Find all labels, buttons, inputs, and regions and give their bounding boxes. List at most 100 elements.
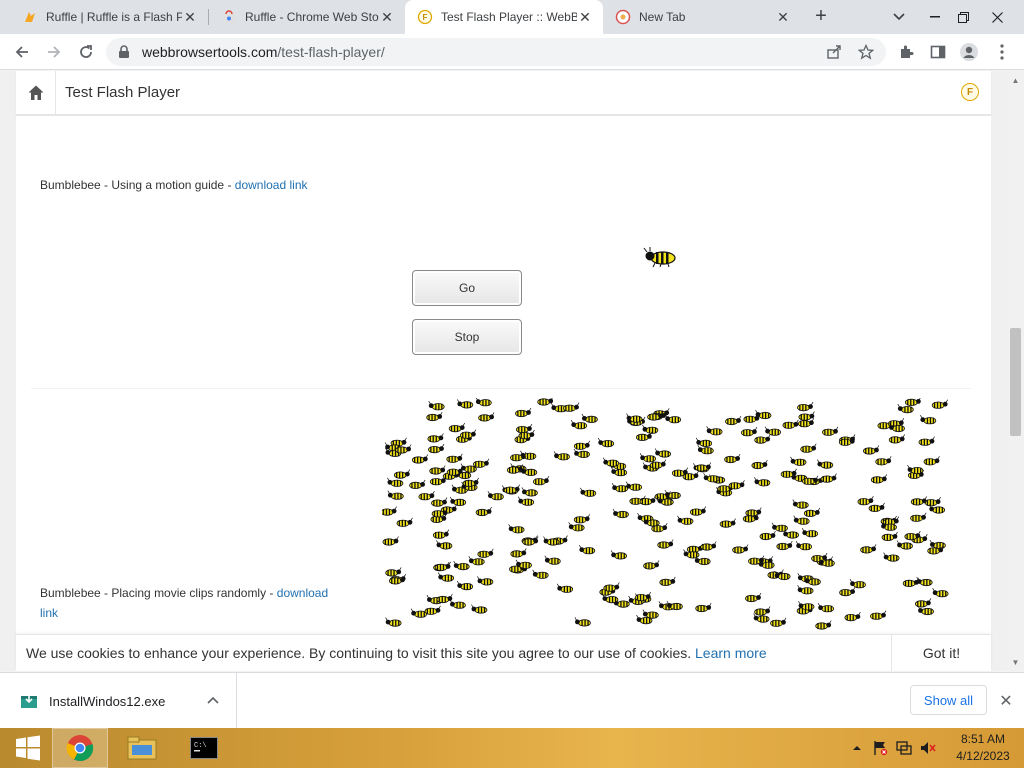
bee-icon xyxy=(919,415,937,425)
network-icon[interactable] xyxy=(896,740,914,756)
bee-icon xyxy=(411,454,429,464)
chevron-up-icon[interactable] xyxy=(205,692,221,708)
windows-start-icon[interactable] xyxy=(0,728,56,768)
bee-icon xyxy=(703,473,720,483)
lock-icon[interactable] xyxy=(118,45,134,59)
tab-test-flash-player[interactable]: F Test Flash Player :: WebB ✕ xyxy=(405,0,603,34)
system-tray xyxy=(850,728,938,768)
site-header: Test Flash Player F xyxy=(16,71,991,115)
back-arrow-icon[interactable] xyxy=(8,38,36,66)
bee-icon xyxy=(393,469,411,479)
bee-icon xyxy=(888,434,906,444)
bee-icon xyxy=(385,617,402,627)
bee-icon xyxy=(573,514,591,524)
download-link-part[interactable]: download xyxy=(277,586,328,600)
file-explorer-icon[interactable] xyxy=(114,728,170,768)
random-bees-flash-movie[interactable] xyxy=(382,398,956,638)
taskbar-clock[interactable]: 8:51 AM 4/12/2023 xyxy=(948,731,1018,765)
close-icon[interactable]: ✕ xyxy=(775,9,791,25)
bee-icon xyxy=(795,541,813,551)
bee-icon xyxy=(759,530,776,541)
bee-icon xyxy=(568,522,585,532)
bee-icon xyxy=(573,440,591,450)
bee-icon xyxy=(870,610,887,620)
tab-ruffle[interactable]: Ruffle | Ruffle is a Flash P ✕ xyxy=(10,0,208,34)
bee-icon xyxy=(612,508,629,519)
close-icon[interactable]: ✕ xyxy=(996,691,1016,711)
bee-icon xyxy=(437,572,455,582)
bee-icon xyxy=(822,426,839,436)
forward-arrow-icon[interactable] xyxy=(40,38,68,66)
show-all-button[interactable]: Show all xyxy=(910,685,987,715)
scrollbar-thumb[interactable] xyxy=(1010,328,1021,436)
bee-icon xyxy=(849,579,866,589)
bee-icon xyxy=(923,456,940,466)
profile-avatar-icon[interactable] xyxy=(955,38,983,66)
flash-badge-icon[interactable]: F xyxy=(961,83,979,101)
bee-icon xyxy=(521,487,538,497)
bee-icon xyxy=(570,420,588,430)
menu-kebab-icon[interactable] xyxy=(988,38,1016,66)
bee-icon xyxy=(432,529,450,539)
tab-search-chevron-icon[interactable] xyxy=(882,0,916,34)
bee-icon xyxy=(875,456,892,466)
learn-more-link[interactable]: Learn more xyxy=(695,645,767,661)
reload-icon[interactable] xyxy=(72,38,100,66)
bee-icon xyxy=(597,437,615,448)
address-bar[interactable]: webbrowsertools.com/test-flash-player/ xyxy=(106,38,886,66)
go-button[interactable]: Go xyxy=(412,270,522,306)
download-link[interactable]: download link xyxy=(235,178,308,192)
bee-icon xyxy=(881,531,898,541)
bee-icon xyxy=(487,491,504,501)
bee-icon xyxy=(610,550,628,560)
bee-icon xyxy=(902,577,920,587)
chrome-taskbar-icon[interactable] xyxy=(52,728,108,768)
bee-icon xyxy=(537,398,554,406)
bee-icon xyxy=(916,576,933,587)
close-icon[interactable]: ✕ xyxy=(577,9,593,25)
bee-icon xyxy=(643,560,660,570)
stop-button[interactable]: Stop xyxy=(412,319,522,355)
bee-icon xyxy=(700,541,717,551)
main-content: Bumblebee - Using a motion guide - downl… xyxy=(16,116,991,671)
bee-icon xyxy=(724,453,741,464)
section-label-text: Bumblebee - Placing movie clips randomly… xyxy=(40,586,277,600)
volume-muted-icon[interactable] xyxy=(920,740,938,756)
tab-chrome-web-store[interactable]: Ruffle - Chrome Web Sto ✕ xyxy=(209,0,405,34)
command-prompt-icon[interactable]: C:\ xyxy=(176,728,232,768)
bee-icon xyxy=(436,593,453,604)
installer-file-icon xyxy=(21,693,37,708)
share-icon[interactable] xyxy=(820,38,848,66)
window-close-icon[interactable] xyxy=(980,0,1014,34)
bookmark-star-icon[interactable] xyxy=(852,38,880,66)
action-center-flag-icon[interactable] xyxy=(872,740,890,756)
bee-icon xyxy=(764,426,782,436)
got-it-button[interactable]: Got it! xyxy=(891,635,991,671)
restore-icon[interactable] xyxy=(946,0,980,34)
scroll-up-arrow-icon[interactable]: ▲ xyxy=(1007,73,1024,87)
bee-icon xyxy=(642,424,659,434)
side-panel-icon[interactable] xyxy=(924,38,952,66)
close-icon[interactable]: ✕ xyxy=(379,9,395,25)
new-tab-icon xyxy=(615,9,631,25)
download-item[interactable]: InstallWindos12.exe xyxy=(0,673,237,729)
download-link-part[interactable]: link xyxy=(40,606,58,620)
bee-icon xyxy=(839,586,856,597)
tab-new-tab[interactable]: New Tab ✕ xyxy=(603,0,801,34)
scroll-down-arrow-icon[interactable]: ▼ xyxy=(1007,655,1024,669)
page-scrollbar[interactable]: ▲ ▼ xyxy=(1007,71,1024,671)
new-tab-plus-icon[interactable]: + xyxy=(810,6,832,28)
bee-icon xyxy=(448,422,466,433)
section-label-text: Bumblebee - Using a motion guide - xyxy=(40,178,235,192)
bee-icon xyxy=(426,411,443,422)
bee-icon xyxy=(477,548,494,558)
bee-icon xyxy=(477,576,494,586)
tray-overflow-icon[interactable] xyxy=(850,745,864,751)
extensions-puzzle-icon[interactable] xyxy=(892,38,920,66)
bee-icon xyxy=(475,398,492,407)
bee-icon xyxy=(677,515,694,525)
bee-icon xyxy=(603,582,620,592)
close-icon[interactable]: ✕ xyxy=(182,9,198,25)
bee-icon xyxy=(905,398,921,407)
home-icon[interactable] xyxy=(16,71,56,115)
